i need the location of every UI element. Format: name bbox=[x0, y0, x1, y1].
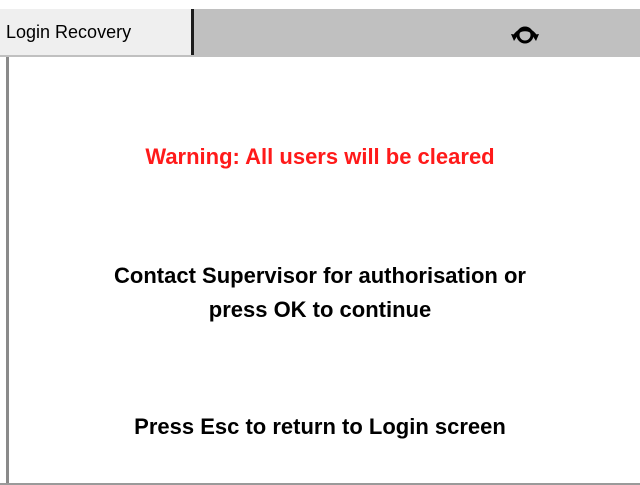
login-recovery-screen: Login Recovery Warning: All users will b… bbox=[0, 0, 640, 485]
tab-label: Login Recovery bbox=[6, 22, 132, 42]
warning-message: Warning: All users will be cleared bbox=[145, 144, 495, 169]
header-bar: Login Recovery bbox=[0, 9, 640, 57]
escape-instruction: Press Esc to return to Login screen bbox=[134, 414, 506, 439]
rotate-refresh-icon[interactable] bbox=[508, 15, 542, 49]
contact-supervisor-message: Contact Supervisor for authorisation or … bbox=[0, 259, 640, 327]
contact-message-line-1: Contact Supervisor for authorisation or bbox=[114, 263, 526, 288]
contact-message-line-2: press OK to continue bbox=[208, 297, 432, 322]
tab-login-recovery[interactable]: Login Recovery bbox=[0, 9, 194, 55]
